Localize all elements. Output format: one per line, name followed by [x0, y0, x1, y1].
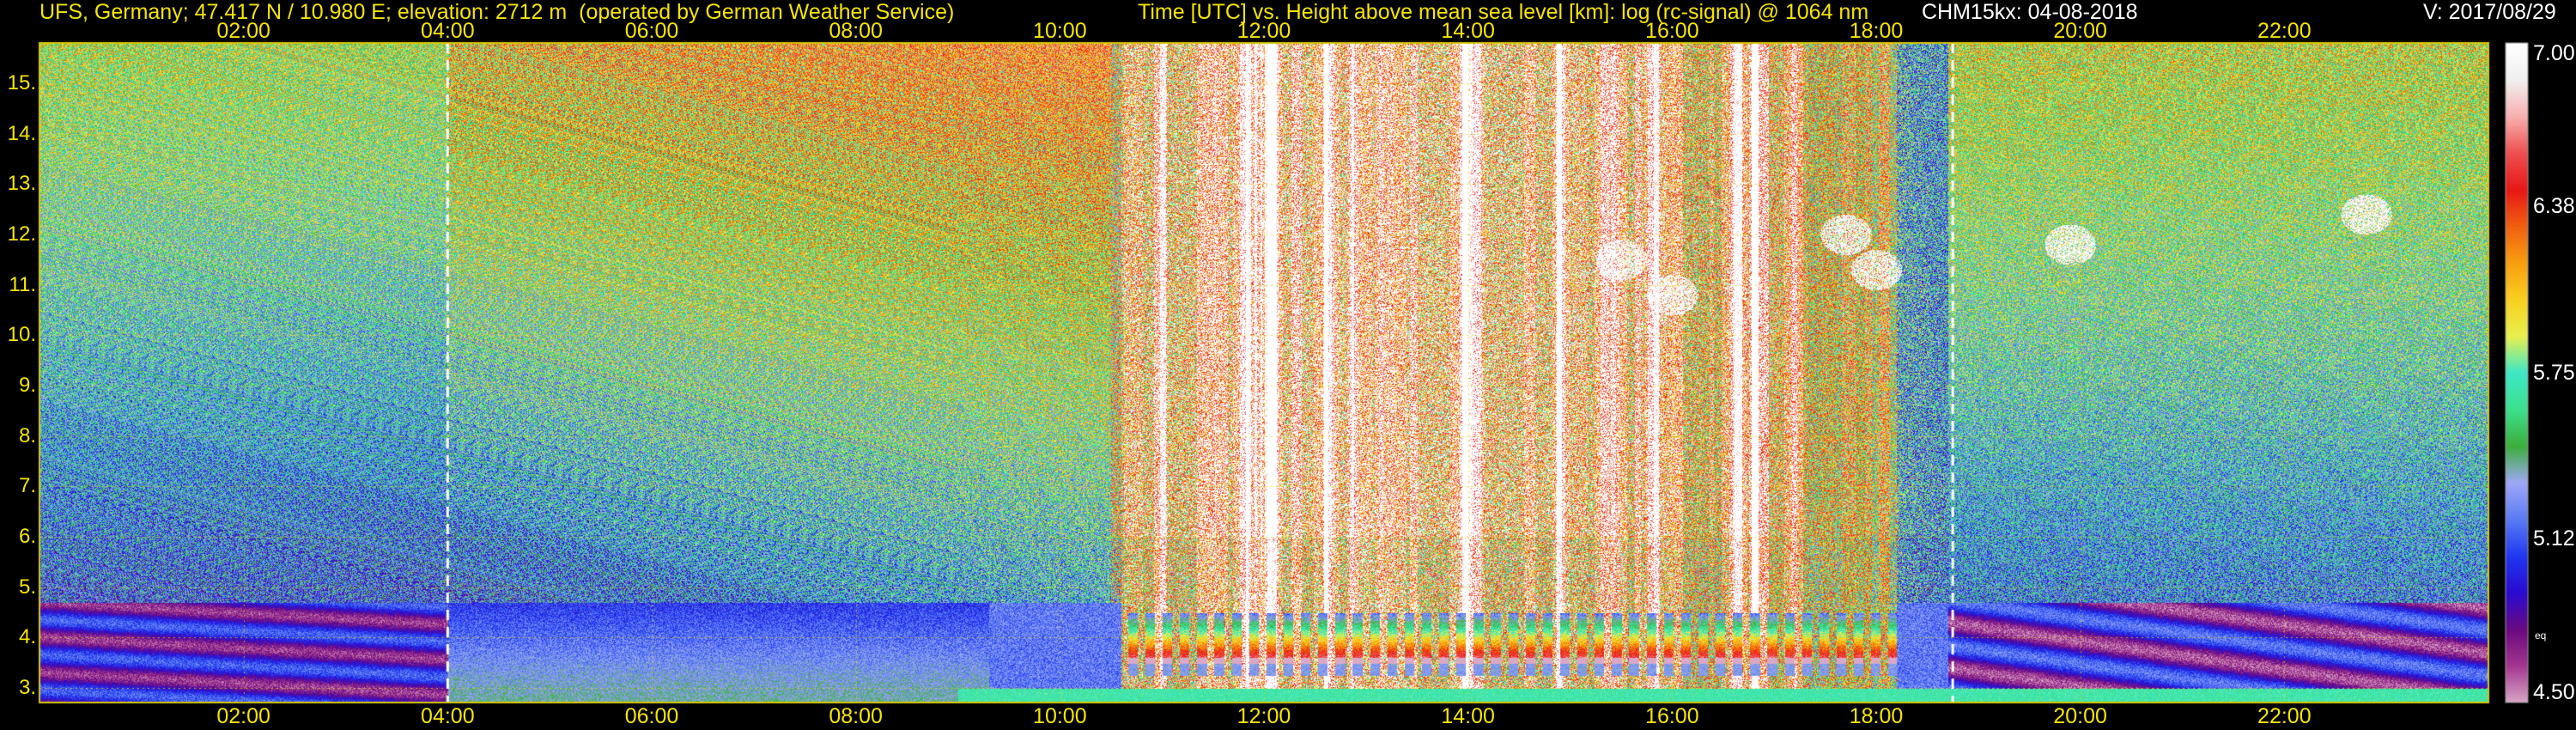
y-tick-label: 13.: [7, 172, 36, 196]
x-tick-top-label: 18:00: [1849, 18, 1904, 43]
y-tick-label: 8.: [18, 423, 36, 447]
x-tick-bottom-label: 12:00: [1236, 703, 1291, 728]
y-tick-label: 5.: [18, 575, 36, 599]
y-tick-label: 11.: [9, 272, 36, 296]
x-tick-top-label: 20:00: [2053, 18, 2107, 43]
x-tick-bottom-label: 06:00: [624, 703, 679, 728]
x-tick-bottom-label: 10:00: [1033, 703, 1087, 728]
x-tick-bottom-label: 04:00: [421, 703, 475, 728]
colorbar-tick-label: 5.75: [2533, 360, 2575, 385]
y-tick-label: 4.: [18, 625, 36, 649]
y-tick-label: 3.: [18, 676, 36, 700]
x-tick-top-label: 10:00: [1033, 18, 1087, 43]
colorbar-side-label: eq: [2535, 630, 2547, 642]
lidar-heatmap-canvas: [0, 0, 2576, 730]
x-tick-top-label: 04:00: [421, 18, 475, 43]
x-tick-bottom-label: 08:00: [829, 703, 883, 728]
y-tick-label: 14.: [7, 121, 36, 145]
x-tick-top-label: 22:00: [2257, 18, 2312, 43]
y-tick-label: 15.: [7, 70, 36, 94]
colorbar-tick-label: 7.00: [2533, 40, 2575, 65]
y-tick-label: 10.: [7, 323, 36, 347]
version-label: V: 2017/08/29: [2423, 0, 2556, 24]
x-tick-bottom-label: 14:00: [1441, 703, 1495, 728]
x-tick-bottom-label: 18:00: [1849, 703, 1904, 728]
y-tick-label: 9.: [18, 374, 36, 398]
x-tick-top-label: 14:00: [1441, 18, 1495, 43]
y-tick-label: 6.: [18, 525, 36, 549]
y-tick-label: 7.: [18, 474, 36, 498]
x-tick-bottom-label: 16:00: [1645, 703, 1699, 728]
x-tick-top-label: 12:00: [1236, 18, 1291, 43]
colorbar-tick-label: 6.38: [2533, 193, 2575, 218]
x-tick-top-label: 16:00: [1645, 18, 1699, 43]
x-tick-bottom-label: 02:00: [216, 703, 270, 728]
x-tick-top-label: 08:00: [829, 18, 883, 43]
y-tick-label: 12.: [7, 222, 36, 246]
colorbar-tick-label: 4.50: [2533, 679, 2575, 704]
x-tick-bottom-label: 20:00: [2053, 703, 2107, 728]
x-tick-bottom-label: 22:00: [2257, 703, 2312, 728]
x-tick-top-label: 06:00: [624, 18, 679, 43]
colorbar-tick-label: 5.12: [2533, 526, 2575, 551]
x-tick-top-label: 02:00: [216, 18, 270, 43]
